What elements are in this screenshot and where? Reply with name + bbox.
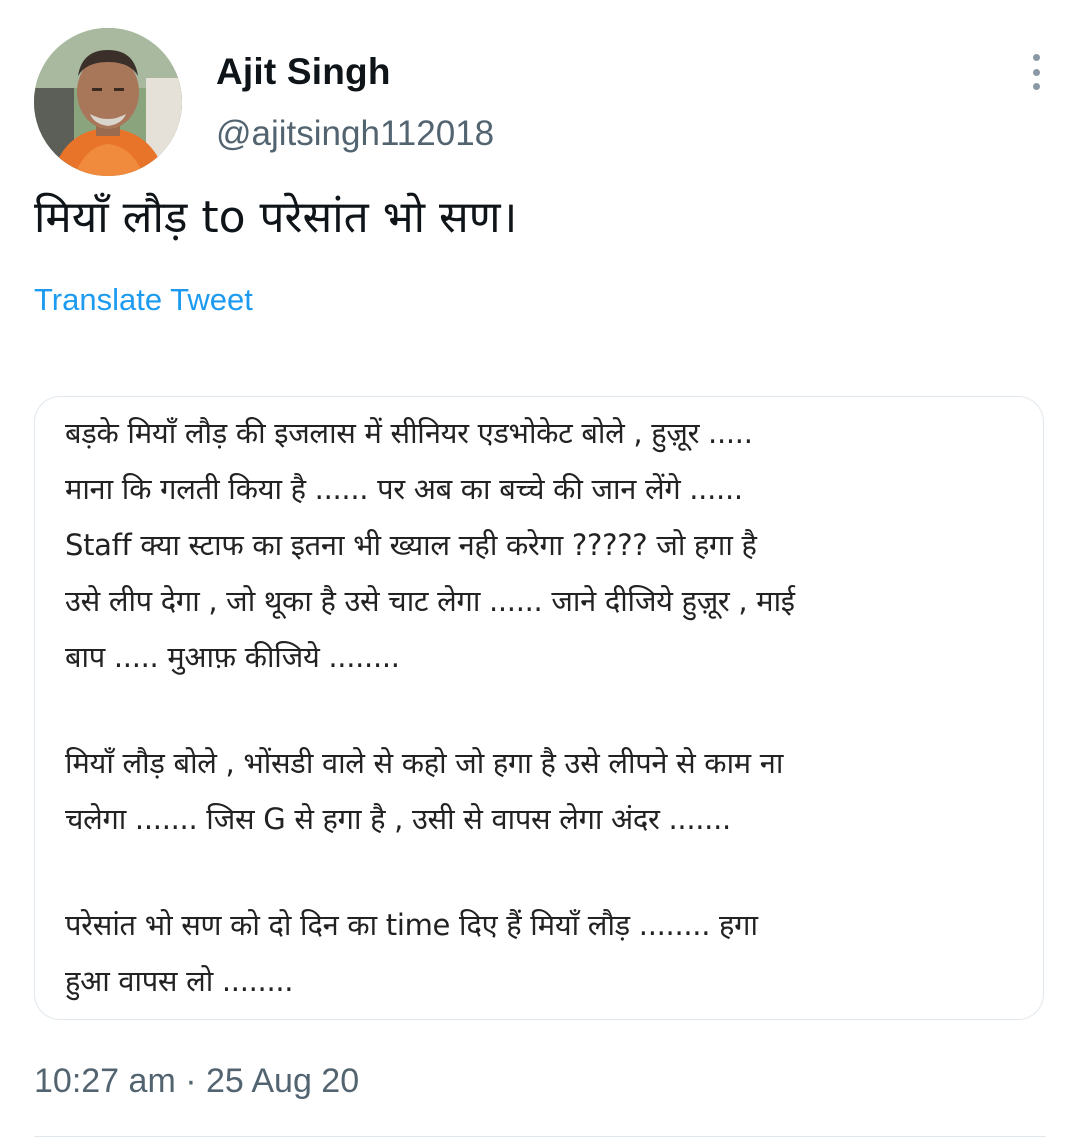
media-line: माना कि गलती किया है ...... पर अब का बच्…: [65, 472, 743, 506]
translate-tweet-link[interactable]: Translate Tweet: [34, 280, 253, 320]
tweet-timestamp[interactable]: 10:27 am · 25 Aug 20: [34, 1058, 359, 1104]
media-line: बाप ..... मुआफ़ कीजिये ........: [65, 640, 400, 674]
media-line: चलेगा ....... जिस G से हगा है , उसी से व…: [65, 802, 731, 836]
more-dot: [1032, 54, 1040, 61]
media-line: Staff क्या स्टाफ का इतना भी ख्याल नही कर…: [65, 528, 757, 562]
media-line: मियाँ लौड़ बोले , भोंसडी वाले से कहो जो …: [65, 746, 784, 780]
user-avatar[interactable]: [34, 28, 182, 176]
more-dot: [1032, 68, 1040, 76]
media-line: हुआ वापस लो ........: [65, 964, 294, 998]
user-handle[interactable]: @ajitsingh112018: [216, 112, 494, 156]
media-text-block: बड़के मियाँ लौड़ की इजलास में सीनियर एडभ…: [65, 405, 1025, 1009]
media-line: उसे लीप देगा , जो थूका है उसे चाट लेगा .…: [65, 584, 795, 618]
tweet-media-image[interactable]: बड़के मियाँ लौड़ की इजलास में सीनियर एडभ…: [34, 396, 1044, 1020]
divider: [34, 1136, 1046, 1137]
tweet-text: मियाँ लौड़ to परेसांत भो सण।: [34, 192, 518, 243]
display-name[interactable]: Ajit Singh: [216, 50, 494, 94]
media-line: परेसांत भो सण को दो दिन का time दिए हैं …: [65, 908, 758, 942]
more-dot: [1032, 83, 1040, 90]
more-vertical-icon[interactable]: [1026, 54, 1046, 90]
avatar-photo-icon: [34, 28, 182, 176]
tweet-header: Ajit Singh @ajitsingh112018: [34, 28, 1046, 178]
media-line: बड़के मियाँ लौड़ की इजलास में सीनियर एडभ…: [65, 416, 753, 450]
user-info: Ajit Singh @ajitsingh112018: [216, 50, 494, 156]
